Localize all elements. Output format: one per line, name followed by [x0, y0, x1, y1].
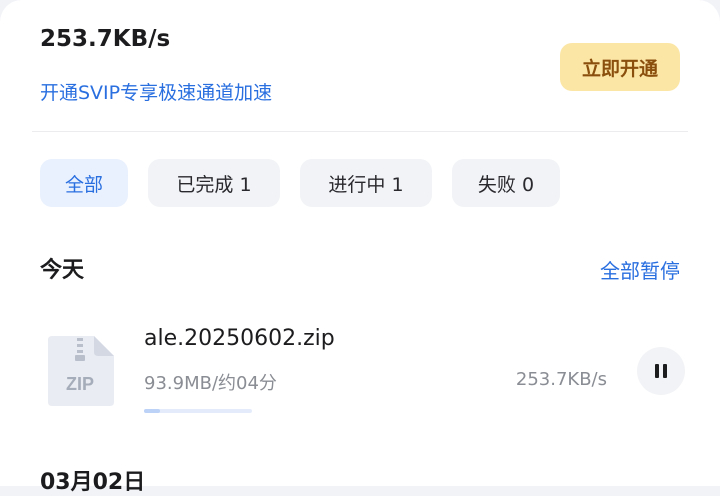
open-svip-button[interactable]: 立即开通 [560, 43, 680, 91]
section-header-today: 今天 [40, 258, 85, 283]
tab-in-progress[interactable]: 进行中 1 [300, 159, 432, 207]
file-size-eta: 93.9MB/约04分 [144, 373, 277, 394]
tab-completed[interactable]: 已完成 1 [148, 159, 280, 207]
zip-file-icon-label: ZIP [66, 374, 94, 394]
tab-failed[interactable]: 失败 0 [452, 159, 560, 207]
filter-tabs: 全部 已完成 1 进行中 1 失败 0 [40, 159, 560, 207]
total-speed: 253.7KB/s [40, 26, 171, 52]
download-progress-bar [144, 409, 252, 413]
tab-all[interactable]: 全部 [40, 159, 128, 207]
download-panel: 253.7KB/s 开通SVIP专享极速通道加速 立即开通 全部 已完成 1 进… [0, 0, 720, 495]
file-speed: 253.7KB/s [515, 369, 607, 390]
section-header-date: 03月02日 [40, 470, 146, 495]
divider [32, 131, 688, 132]
pause-all-button[interactable]: 全部暂停 [600, 255, 680, 284]
pause-button[interactable] [637, 347, 685, 395]
svip-promo-link[interactable]: 开通SVIP专享极速通道加速 [40, 78, 272, 105]
zip-file-icon: ZIP [48, 336, 114, 406]
download-progress-fill [144, 409, 161, 413]
file-name: ale.20250602.zip [144, 326, 335, 351]
pause-icon [655, 364, 667, 378]
